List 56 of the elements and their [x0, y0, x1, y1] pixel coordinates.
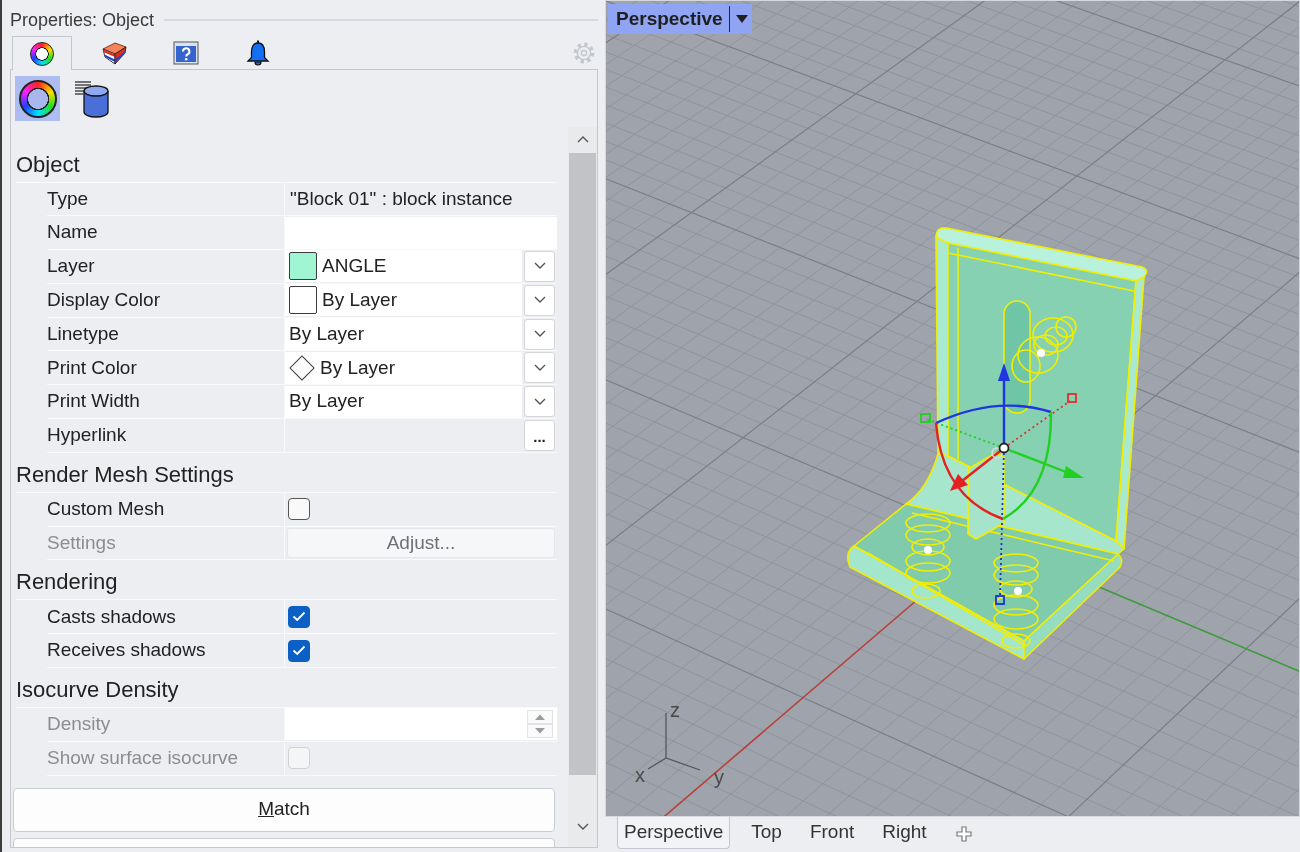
section-heading: Object: [16, 142, 557, 183]
scrollbar-thumb[interactable]: [569, 153, 596, 775]
help-icon[interactable]: [173, 41, 199, 65]
color-wheel-icon[interactable]: [30, 41, 54, 66]
property-label: Linetype: [47, 321, 119, 346]
plus-icon[interactable]: [955, 825, 972, 842]
property-label: Print Width: [47, 389, 140, 414]
property-label: Show surface isocurve: [47, 746, 239, 770]
panel-title: Properties: Object: [10, 8, 155, 32]
property-label: Type: [47, 186, 89, 211]
chevron-down-icon[interactable]: [533, 296, 546, 305]
striped-wedge-icon[interactable]: [101, 41, 127, 65]
dropdown-field[interactable]: ANGLE: [285, 250, 522, 283]
checkmark-icon: [292, 611, 306, 623]
property-label: Hyperlink: [47, 423, 127, 448]
chevron-down-icon[interactable]: [533, 397, 546, 406]
property-label: Receives shadows: [47, 638, 206, 663]
scroll-up-icon[interactable]: [576, 135, 589, 143]
dropdown-field[interactable]: By Layer: [285, 385, 522, 418]
viewport-tab[interactable]: Top: [744, 817, 789, 849]
axis-label: x: [635, 765, 645, 785]
chevron-down-icon[interactable]: [533, 262, 546, 271]
chevron-down-icon[interactable]: [533, 363, 546, 372]
caret-icon[interactable]: [735, 15, 748, 23]
viewport-menu-button[interactable]: Perspective: [608, 4, 752, 34]
property-label: Density: [47, 712, 111, 737]
panel-tab[interactable]: [12, 36, 72, 70]
property-label: Custom Mesh: [47, 497, 165, 521]
checkmark-icon: [292, 645, 306, 657]
section-heading: Render Mesh Settings: [16, 452, 557, 493]
checkbox[interactable]: [288, 498, 310, 521]
chevron-down-icon[interactable]: [533, 330, 546, 339]
scroll-down-icon[interactable]: [576, 823, 589, 831]
property-label: Layer: [47, 254, 95, 279]
property-label: Casts shadows: [47, 604, 176, 629]
match-button[interactable]: Match: [13, 787, 555, 832]
viewport-tab[interactable]: Perspective: [617, 817, 731, 849]
scrollbar[interactable]: [568, 127, 597, 847]
checkbox[interactable]: [288, 605, 310, 628]
viewport-tab[interactable]: Right: [875, 817, 934, 849]
viewport-tab[interactable]: Front: [802, 817, 862, 849]
dropdown-field[interactable]: By Layer: [285, 351, 522, 384]
bell-icon[interactable]: [246, 39, 270, 67]
browse-button[interactable]: ...: [524, 419, 555, 451]
property-label: Name: [47, 220, 98, 245]
checkbox[interactable]: [288, 639, 310, 662]
dropdown-field[interactable]: By Layer: [285, 284, 522, 317]
section-heading: Rendering: [16, 560, 557, 601]
property-label: Display Color: [47, 288, 160, 313]
property-label: Print Color: [47, 355, 137, 380]
spinner-field[interactable]: [285, 708, 557, 741]
axis-label: z: [670, 700, 680, 720]
property-label: Settings: [47, 530, 116, 555]
value-text: "Block 01" : block instance: [289, 186, 513, 211]
spin-arrows-icon[interactable]: [527, 710, 553, 739]
dropdown-field[interactable]: By Layer: [285, 318, 522, 351]
